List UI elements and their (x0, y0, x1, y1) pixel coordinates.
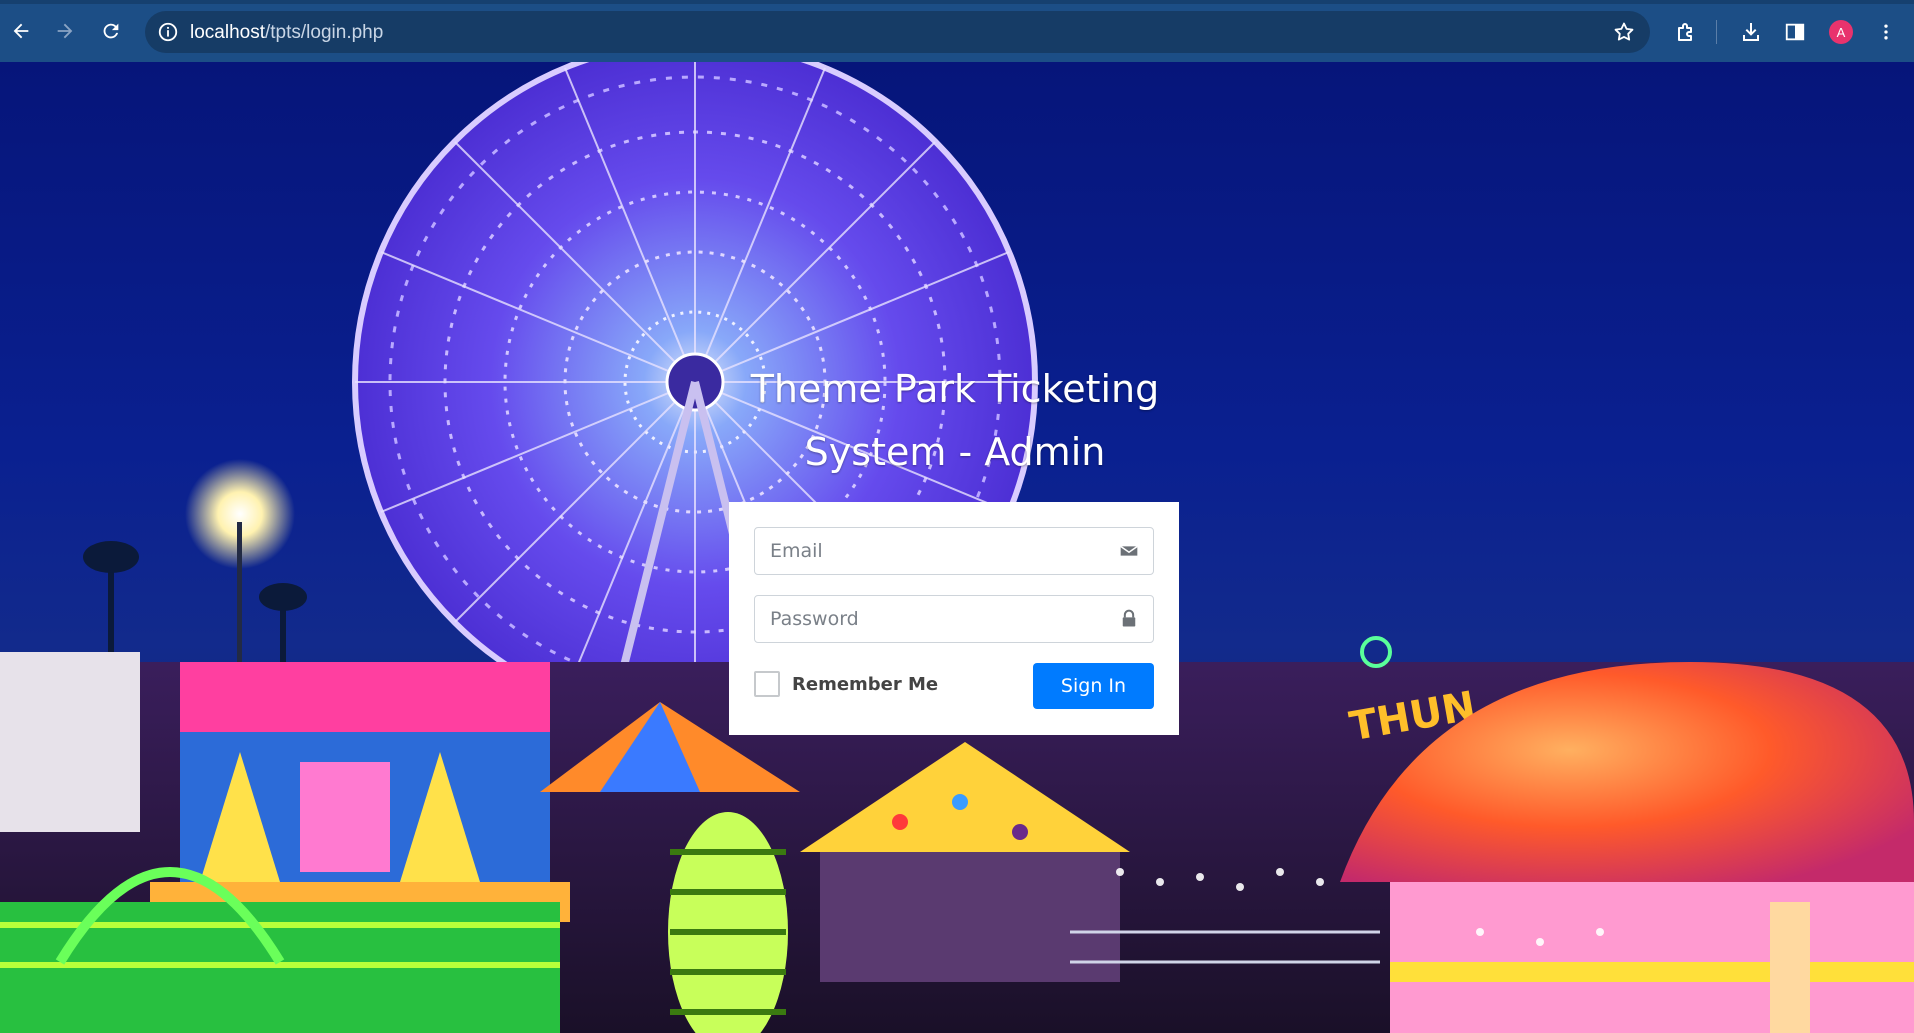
reload-button[interactable] (96, 16, 126, 46)
toolbar-separator (1716, 20, 1717, 44)
checkbox-box[interactable] (754, 671, 780, 697)
url-text[interactable]: localhost/tpts/login.php (190, 22, 383, 44)
avatar: A (1829, 20, 1853, 44)
forward-icon (57, 23, 73, 39)
url-host: localhost (190, 22, 265, 43)
reload-icon (103, 23, 119, 39)
email-field-group (754, 527, 1154, 575)
forward-button[interactable] (50, 16, 80, 46)
remember-me-checkbox[interactable]: Remember Me (754, 671, 938, 697)
menu-button[interactable] (1870, 16, 1902, 48)
remember-me-label: Remember Me (792, 673, 939, 695)
menu-icon (1884, 24, 1888, 40)
bookmark-star-icon[interactable] (1612, 20, 1636, 44)
lock-icon (1122, 609, 1136, 627)
password-field[interactable] (755, 596, 1105, 642)
url-path: /tpts/login.php (265, 22, 384, 43)
back-button[interactable] (6, 16, 36, 46)
login-card: Remember Me Sign In (729, 502, 1179, 735)
browser-toolbar: localhost/tpts/login.php A (0, 0, 1914, 62)
download-icon (1743, 23, 1759, 41)
page-title: Theme Park Ticketing System - Admin (750, 367, 1160, 474)
side-panel-icon (1785, 23, 1805, 41)
login-footer: Remember Me Sign In (754, 663, 1154, 709)
email-field[interactable] (755, 528, 1105, 574)
side-panel-button[interactable] (1779, 16, 1811, 48)
address-bar[interactable]: localhost/tpts/login.php (145, 11, 1650, 53)
tab-strip (0, 0, 1914, 4)
extensions-button[interactable] (1670, 16, 1702, 48)
sign-in-button[interactable]: Sign In (1033, 663, 1154, 709)
site-info-icon[interactable] (157, 21, 179, 43)
downloads-button[interactable] (1735, 16, 1767, 48)
password-field-group (754, 595, 1154, 643)
extensions-icon (1678, 23, 1692, 41)
envelope-icon (1120, 545, 1138, 556)
back-icon (13, 23, 29, 39)
profile-button[interactable]: A (1825, 16, 1857, 48)
